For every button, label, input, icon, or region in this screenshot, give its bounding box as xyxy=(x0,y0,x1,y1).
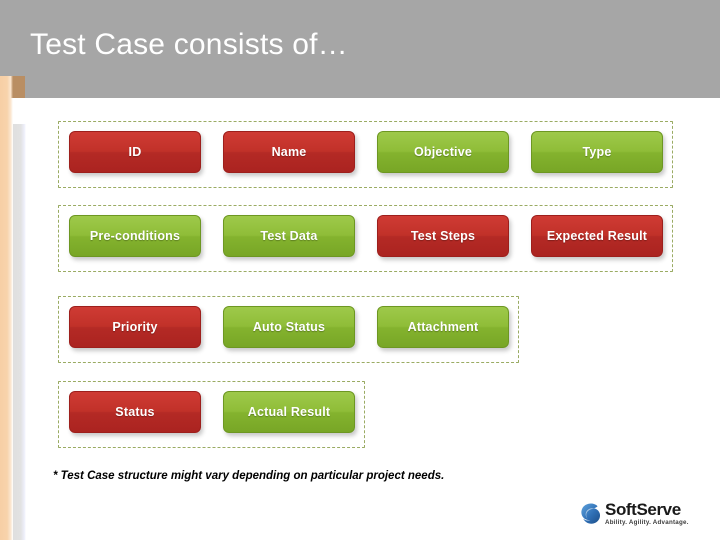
header-banner: Test Case consists of… xyxy=(0,0,720,98)
field-box-expected-result[interactable]: Expected Result xyxy=(531,215,663,257)
softserve-wordmark: SoftServe xyxy=(605,500,681,519)
softserve-s-icon xyxy=(578,501,604,527)
field-box-pre-conditions[interactable]: Pre-conditions xyxy=(69,215,201,257)
softserve-wordmark-wrap: SoftServe Ability. Agility. Advantage. xyxy=(605,501,698,527)
footnote-text: * Test Case structure might vary dependi… xyxy=(53,470,445,482)
field-box-type[interactable]: Type xyxy=(531,131,663,173)
field-box-auto-status[interactable]: Auto Status xyxy=(223,306,355,348)
field-box-status[interactable]: Status xyxy=(69,391,201,433)
field-box-actual-result[interactable]: Actual Result xyxy=(223,391,355,433)
group-row-4: Status Actual Result xyxy=(58,381,365,448)
softserve-tagline: Ability. Agility. Advantage. xyxy=(605,519,689,526)
group-inner: ID Name Objective Type xyxy=(59,122,672,187)
field-box-test-data[interactable]: Test Data xyxy=(223,215,355,257)
group-row-3: Priority Auto Status Attachment xyxy=(58,296,519,363)
page-title: Test Case consists of… xyxy=(30,28,348,61)
slide-canvas: Test Case consists of… ID Name Objective Ty… xyxy=(0,0,720,540)
group-inner: Priority Auto Status Attachment xyxy=(59,297,518,362)
field-box-name[interactable]: Name xyxy=(223,131,355,173)
softserve-logo: SoftServe Ability. Agility. Advantage. xyxy=(578,500,698,532)
group-inner: Pre-conditions Test Data Test Steps Expecte… xyxy=(59,206,672,271)
field-box-test-steps[interactable]: Test Steps xyxy=(377,215,509,257)
group-row-1: ID Name Objective Type xyxy=(58,121,673,188)
field-box-id[interactable]: ID xyxy=(69,131,201,173)
field-box-attachment[interactable]: Attachment xyxy=(377,306,509,348)
group-row-2: Pre-conditions Test Data Test Steps Expecte… xyxy=(58,205,673,272)
group-inner: Status Actual Result xyxy=(59,382,364,447)
field-box-objective[interactable]: Objective xyxy=(377,131,509,173)
field-box-priority[interactable]: Priority xyxy=(69,306,201,348)
